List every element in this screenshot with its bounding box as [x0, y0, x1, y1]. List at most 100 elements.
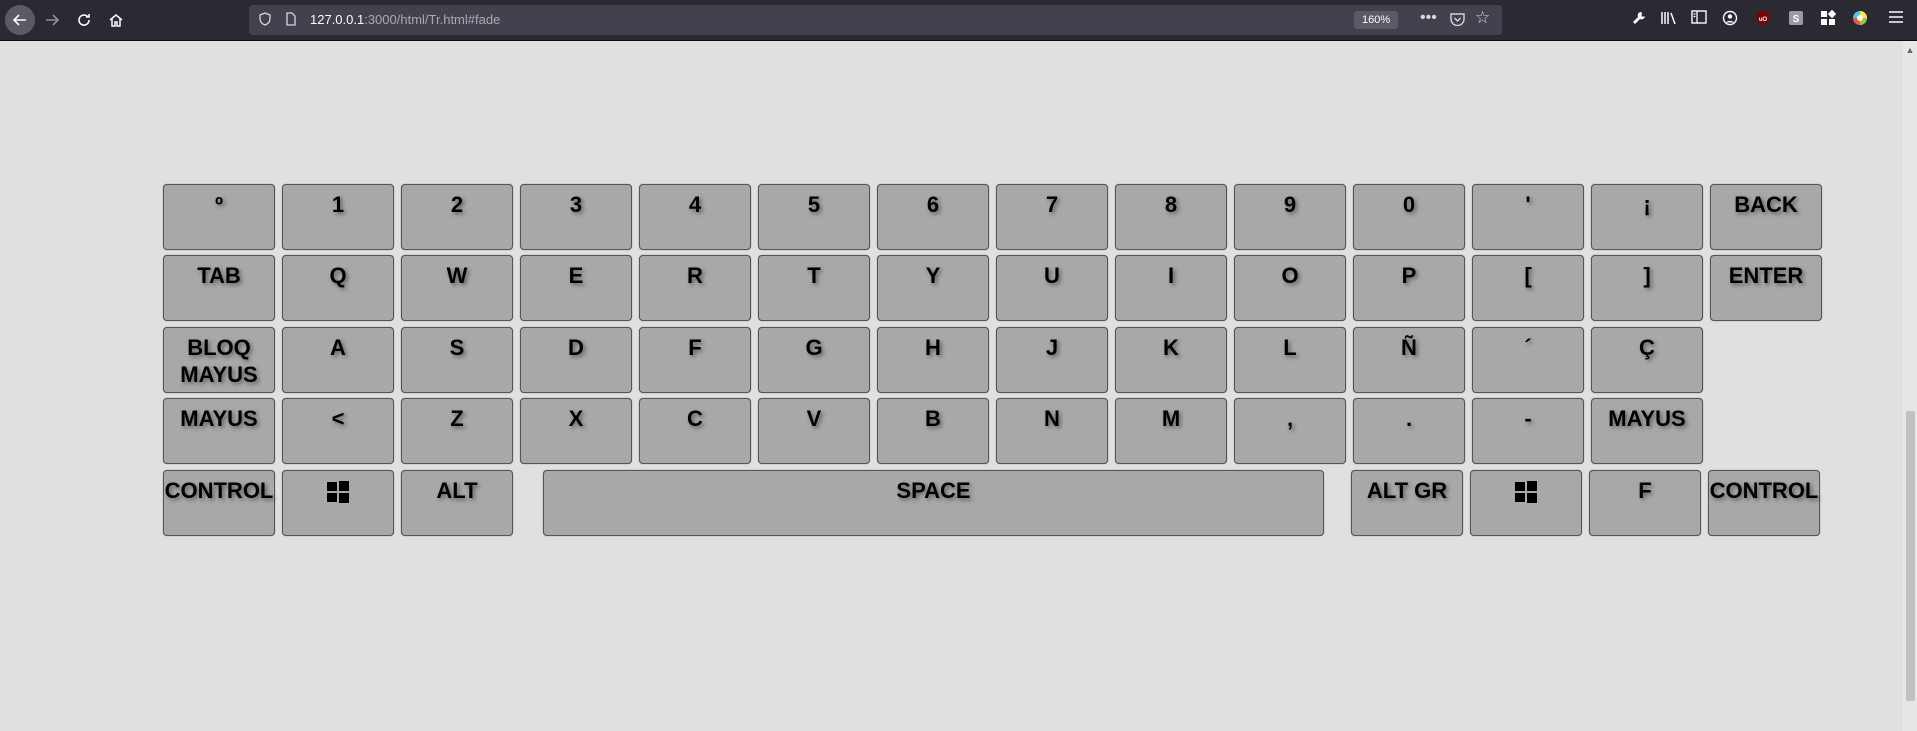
- library-icon[interactable]: [1659, 10, 1679, 30]
- key-i[interactable]: I: [1115, 255, 1227, 321]
- key-2[interactable]: 2: [401, 184, 513, 250]
- key-g[interactable]: G: [758, 327, 870, 393]
- key-label: V: [806, 406, 822, 431]
- key-r[interactable]: R: [639, 255, 751, 321]
- key-space[interactable]: SPACE: [543, 470, 1324, 536]
- key-f[interactable]: F: [1589, 470, 1701, 536]
- key-h[interactable]: H: [877, 327, 989, 393]
- key-label: Y: [925, 263, 941, 288]
- key-y[interactable]: Y: [877, 255, 989, 321]
- extension-s-icon[interactable]: S: [1786, 10, 1806, 30]
- key-z[interactable]: Z: [401, 398, 513, 464]
- key-label: BACK: [1734, 192, 1798, 217]
- sidebar-icon[interactable]: [1689, 10, 1709, 30]
- bookmark-star-icon[interactable]: ☆: [1475, 9, 1490, 26]
- key-ñ[interactable]: Ñ: [1353, 327, 1465, 393]
- ublock-icon[interactable]: uO: [1753, 10, 1773, 30]
- key-bloq-mayus[interactable]: BLOQ MAYUS: [163, 327, 275, 393]
- key-label: -: [1524, 406, 1532, 431]
- key-label: ´: [1524, 335, 1532, 360]
- scroll-up-arrow-icon[interactable]: ▲: [1905, 45, 1915, 55]
- key-windows[interactable]: [282, 470, 394, 536]
- key-symbol-r0c12[interactable]: ¡: [1591, 184, 1703, 250]
- key--[interactable]: -: [1472, 398, 1584, 464]
- key-u[interactable]: U: [996, 255, 1108, 321]
- menu-icon[interactable]: [1886, 10, 1906, 30]
- key-symbol-r0c11[interactable]: ': [1472, 184, 1584, 250]
- key-alt[interactable]: ALT: [401, 470, 513, 536]
- key-1[interactable]: 1: [282, 184, 394, 250]
- key-e[interactable]: E: [520, 255, 632, 321]
- key-a[interactable]: A: [282, 327, 394, 393]
- key-back[interactable]: BACK: [1710, 184, 1822, 250]
- key-symbol-r1c12[interactable]: ]: [1591, 255, 1703, 321]
- key-control[interactable]: CONTROL: [163, 470, 275, 536]
- windows-logo-icon: [1515, 481, 1537, 503]
- key-mayus[interactable]: MAYUS: [163, 398, 275, 464]
- key-m[interactable]: M: [1115, 398, 1227, 464]
- url-text[interactable]: 127.0.0.1:3000/html/Tr.html#fade: [310, 12, 500, 27]
- key-label: S: [449, 335, 465, 360]
- key-f[interactable]: F: [639, 327, 751, 393]
- key-8[interactable]: 8: [1115, 184, 1227, 250]
- pocket-icon[interactable]: [1450, 12, 1465, 29]
- key-9[interactable]: 9: [1234, 184, 1346, 250]
- account-icon[interactable]: [1720, 10, 1740, 30]
- key-control[interactable]: CONTROL: [1708, 470, 1820, 536]
- key-0[interactable]: 0: [1353, 184, 1465, 250]
- key-b[interactable]: B: [877, 398, 989, 464]
- key-n[interactable]: N: [996, 398, 1108, 464]
- key-c[interactable]: C: [639, 398, 751, 464]
- key-label: ALT: [436, 478, 478, 503]
- key-3[interactable]: 3: [520, 184, 632, 250]
- color-picker-icon[interactable]: [1850, 10, 1870, 30]
- key-t[interactable]: T: [758, 255, 870, 321]
- page-info-icon[interactable]: [285, 12, 297, 29]
- scrollbar-thumb[interactable]: [1906, 411, 1915, 701]
- more-actions-icon[interactable]: •••: [1420, 10, 1437, 26]
- key-6[interactable]: 6: [877, 184, 989, 250]
- key-label: TAB: [197, 263, 241, 288]
- key-s[interactable]: S: [401, 327, 513, 393]
- key-v[interactable]: V: [758, 398, 870, 464]
- key-windows[interactable]: [1470, 470, 1582, 536]
- shield-icon[interactable]: [259, 12, 271, 29]
- wrench-icon[interactable]: [1629, 10, 1649, 30]
- key-w[interactable]: W: [401, 255, 513, 321]
- key-label: N: [1044, 406, 1060, 431]
- key-o[interactable]: O: [1234, 255, 1346, 321]
- key-symbol-r3c9[interactable]: ,: [1234, 398, 1346, 464]
- zoom-indicator[interactable]: 160%: [1354, 11, 1399, 29]
- forward-button[interactable]: [37, 5, 67, 35]
- extensions-grid-icon[interactable]: [1818, 9, 1838, 30]
- key-ç[interactable]: Ç: [1591, 327, 1703, 393]
- key-label: B: [925, 406, 941, 431]
- key-7[interactable]: 7: [996, 184, 1108, 250]
- key-label: ]: [1643, 263, 1651, 288]
- key-p[interactable]: P: [1353, 255, 1465, 321]
- key-x[interactable]: X: [520, 398, 632, 464]
- key-l[interactable]: L: [1234, 327, 1346, 393]
- key-alt-gr[interactable]: ALT GR: [1351, 470, 1463, 536]
- home-button[interactable]: [101, 5, 131, 35]
- reload-button[interactable]: [69, 5, 99, 35]
- key-q[interactable]: Q: [282, 255, 394, 321]
- back-button[interactable]: [5, 5, 35, 35]
- page-scrollbar[interactable]: ▲: [1903, 41, 1917, 731]
- key-label: P: [1401, 263, 1417, 288]
- key-enter[interactable]: ENTER: [1710, 255, 1822, 321]
- key-symbol-r3c1[interactable]: <: [282, 398, 394, 464]
- key-tab[interactable]: TAB: [163, 255, 275, 321]
- url-bar[interactable]: 127.0.0.1:3000/html/Tr.html#fade 160% ••…: [249, 5, 1502, 35]
- key-d[interactable]: D: [520, 327, 632, 393]
- key-symbol-r2c11[interactable]: ´: [1472, 327, 1584, 393]
- key-mayus[interactable]: MAYUS: [1591, 398, 1703, 464]
- key-5[interactable]: 5: [758, 184, 870, 250]
- key-4[interactable]: 4: [639, 184, 751, 250]
- key-k[interactable]: K: [1115, 327, 1227, 393]
- key-symbol-r1c11[interactable]: [: [1472, 255, 1584, 321]
- key-symbol-r3c10[interactable]: .: [1353, 398, 1465, 464]
- key-symbol-r0c0[interactable]: º: [163, 184, 275, 250]
- key-j[interactable]: J: [996, 327, 1108, 393]
- home-icon: [109, 14, 123, 27]
